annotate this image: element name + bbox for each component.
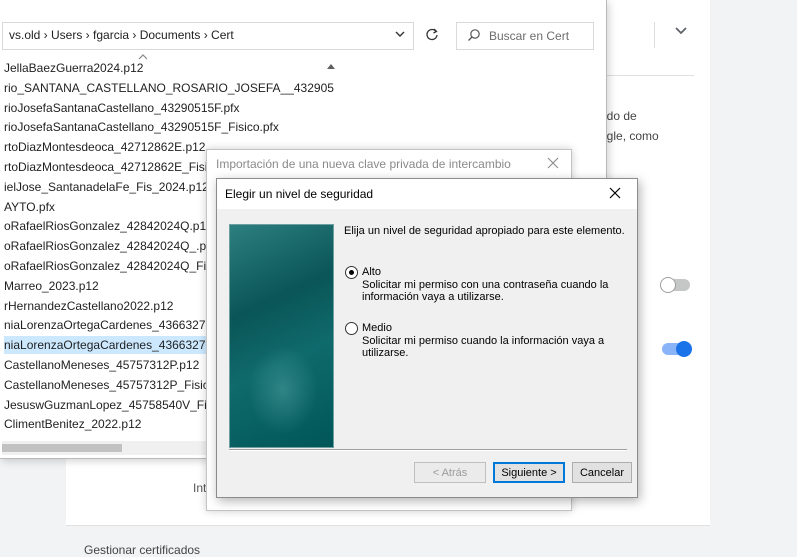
file-list-item[interactable]: ielJose_SantanadelaFe_Fis_2024.p12	[4, 178, 209, 196]
settings-description-line2: ogle, como	[600, 129, 659, 143]
file-list-item[interactable]: rioJosefaSantanaCastellano_43290515F_Fis…	[4, 118, 279, 136]
close-icon[interactable]	[547, 153, 559, 173]
cancel-button[interactable]: Cancelar	[572, 462, 632, 483]
file-list-item[interactable]: JellaBaezGuerra2024.p12	[4, 62, 143, 77]
dialog-separator	[229, 449, 627, 451]
security-prompt: Elija un nivel de seguridad apropiado pa…	[344, 225, 625, 237]
file-list-item[interactable]: oRafaelRiosGonzalez_42842024Q_.p12.pfx	[4, 237, 239, 255]
search-box[interactable]: Buscar en Cert	[456, 22, 594, 50]
radio-description-alto: Solicitar mi permiso con una contraseña …	[362, 279, 609, 303]
address-bar[interactable]: vs.old › Users › fgarcia › Documents › C…	[2, 22, 414, 50]
file-list-item[interactable]: niaLorenzaOrtegaCardenes_43663270R.pfx	[4, 316, 240, 334]
radio-label-alto[interactable]: Alto	[362, 266, 381, 278]
radio-label-medio[interactable]: Medio	[362, 322, 392, 334]
breadcrumb[interactable]: vs.old › Users › fgarcia › Documents › C…	[9, 28, 234, 42]
refresh-icon[interactable]	[418, 22, 446, 48]
toggle-switch-on[interactable]	[662, 341, 692, 357]
radio-button-medio[interactable]	[345, 322, 358, 335]
file-list-item[interactable]: ClimentBenitez_2022.p12	[4, 415, 141, 433]
scroll-up-arrow-icon[interactable]	[326, 62, 336, 72]
toggle-switch-off[interactable]	[660, 277, 692, 293]
radio-selected-dot	[349, 270, 354, 275]
next-button[interactable]: Siguiente >	[493, 462, 565, 483]
page-background-right	[710, 0, 797, 552]
file-list-item[interactable]: rio_SANTANA_CASTELLANO_ROSARIO_JOSEFA__4…	[4, 79, 334, 97]
import-dialog-title: Importación de una nueva clave privada d…	[216, 157, 511, 171]
search-icon	[467, 28, 481, 42]
close-icon[interactable]	[609, 183, 621, 204]
file-list-item[interactable]: CastellanoMeneses_45757312P.p12	[4, 356, 199, 374]
search-placeholder: Buscar en Cert	[489, 29, 570, 43]
horizontal-scrollbar-thumb[interactable]	[2, 444, 122, 452]
file-list-item[interactable]: Marreo_2023.p12	[4, 277, 99, 295]
wizard-side-image	[229, 224, 334, 448]
dialog-titlebar: Elegir un nivel de seguridad	[217, 179, 637, 209]
address-history-chevron-icon[interactable]	[395, 29, 405, 42]
settings-divider	[594, 75, 694, 76]
file-list-item[interactable]: AYTO.pfx	[4, 198, 55, 216]
wizard-image-glow	[248, 345, 318, 435]
file-list-item[interactable]: CastellanoMeneses_45757312P_Fisico.pfx	[4, 376, 235, 394]
radio-description-medio: Solicitar mi permiso cuando la informaci…	[362, 335, 605, 359]
file-list-item[interactable]: rtoDiazMontesdeoca_42712862E_Fisico.pfx	[4, 158, 239, 176]
dropdown-separator	[654, 22, 655, 48]
file-list-item[interactable]: oRafaelRiosGonzalez_42842024Q.p12	[4, 217, 213, 235]
security-level-dialog: Elegir un nivel de seguridad Elija un ni…	[216, 178, 638, 498]
file-list-item[interactable]: rtoDiazMontesdeoca_42712862E.p12	[4, 138, 205, 156]
file-list-item[interactable]: rHernandezCastellano2022.p12	[4, 297, 173, 315]
file-list-item[interactable]: rioJosefaSantanaCastellano_43290515F.pfx	[4, 99, 240, 117]
radio-button-alto[interactable]	[345, 266, 358, 279]
back-button[interactable]: < Atrás	[414, 462, 486, 483]
dialog-title: Elegir un nivel de seguridad	[225, 187, 374, 201]
manage-certificates-link[interactable]: Gestionar certificados	[84, 543, 200, 557]
chevron-down-icon[interactable]	[674, 23, 694, 43]
